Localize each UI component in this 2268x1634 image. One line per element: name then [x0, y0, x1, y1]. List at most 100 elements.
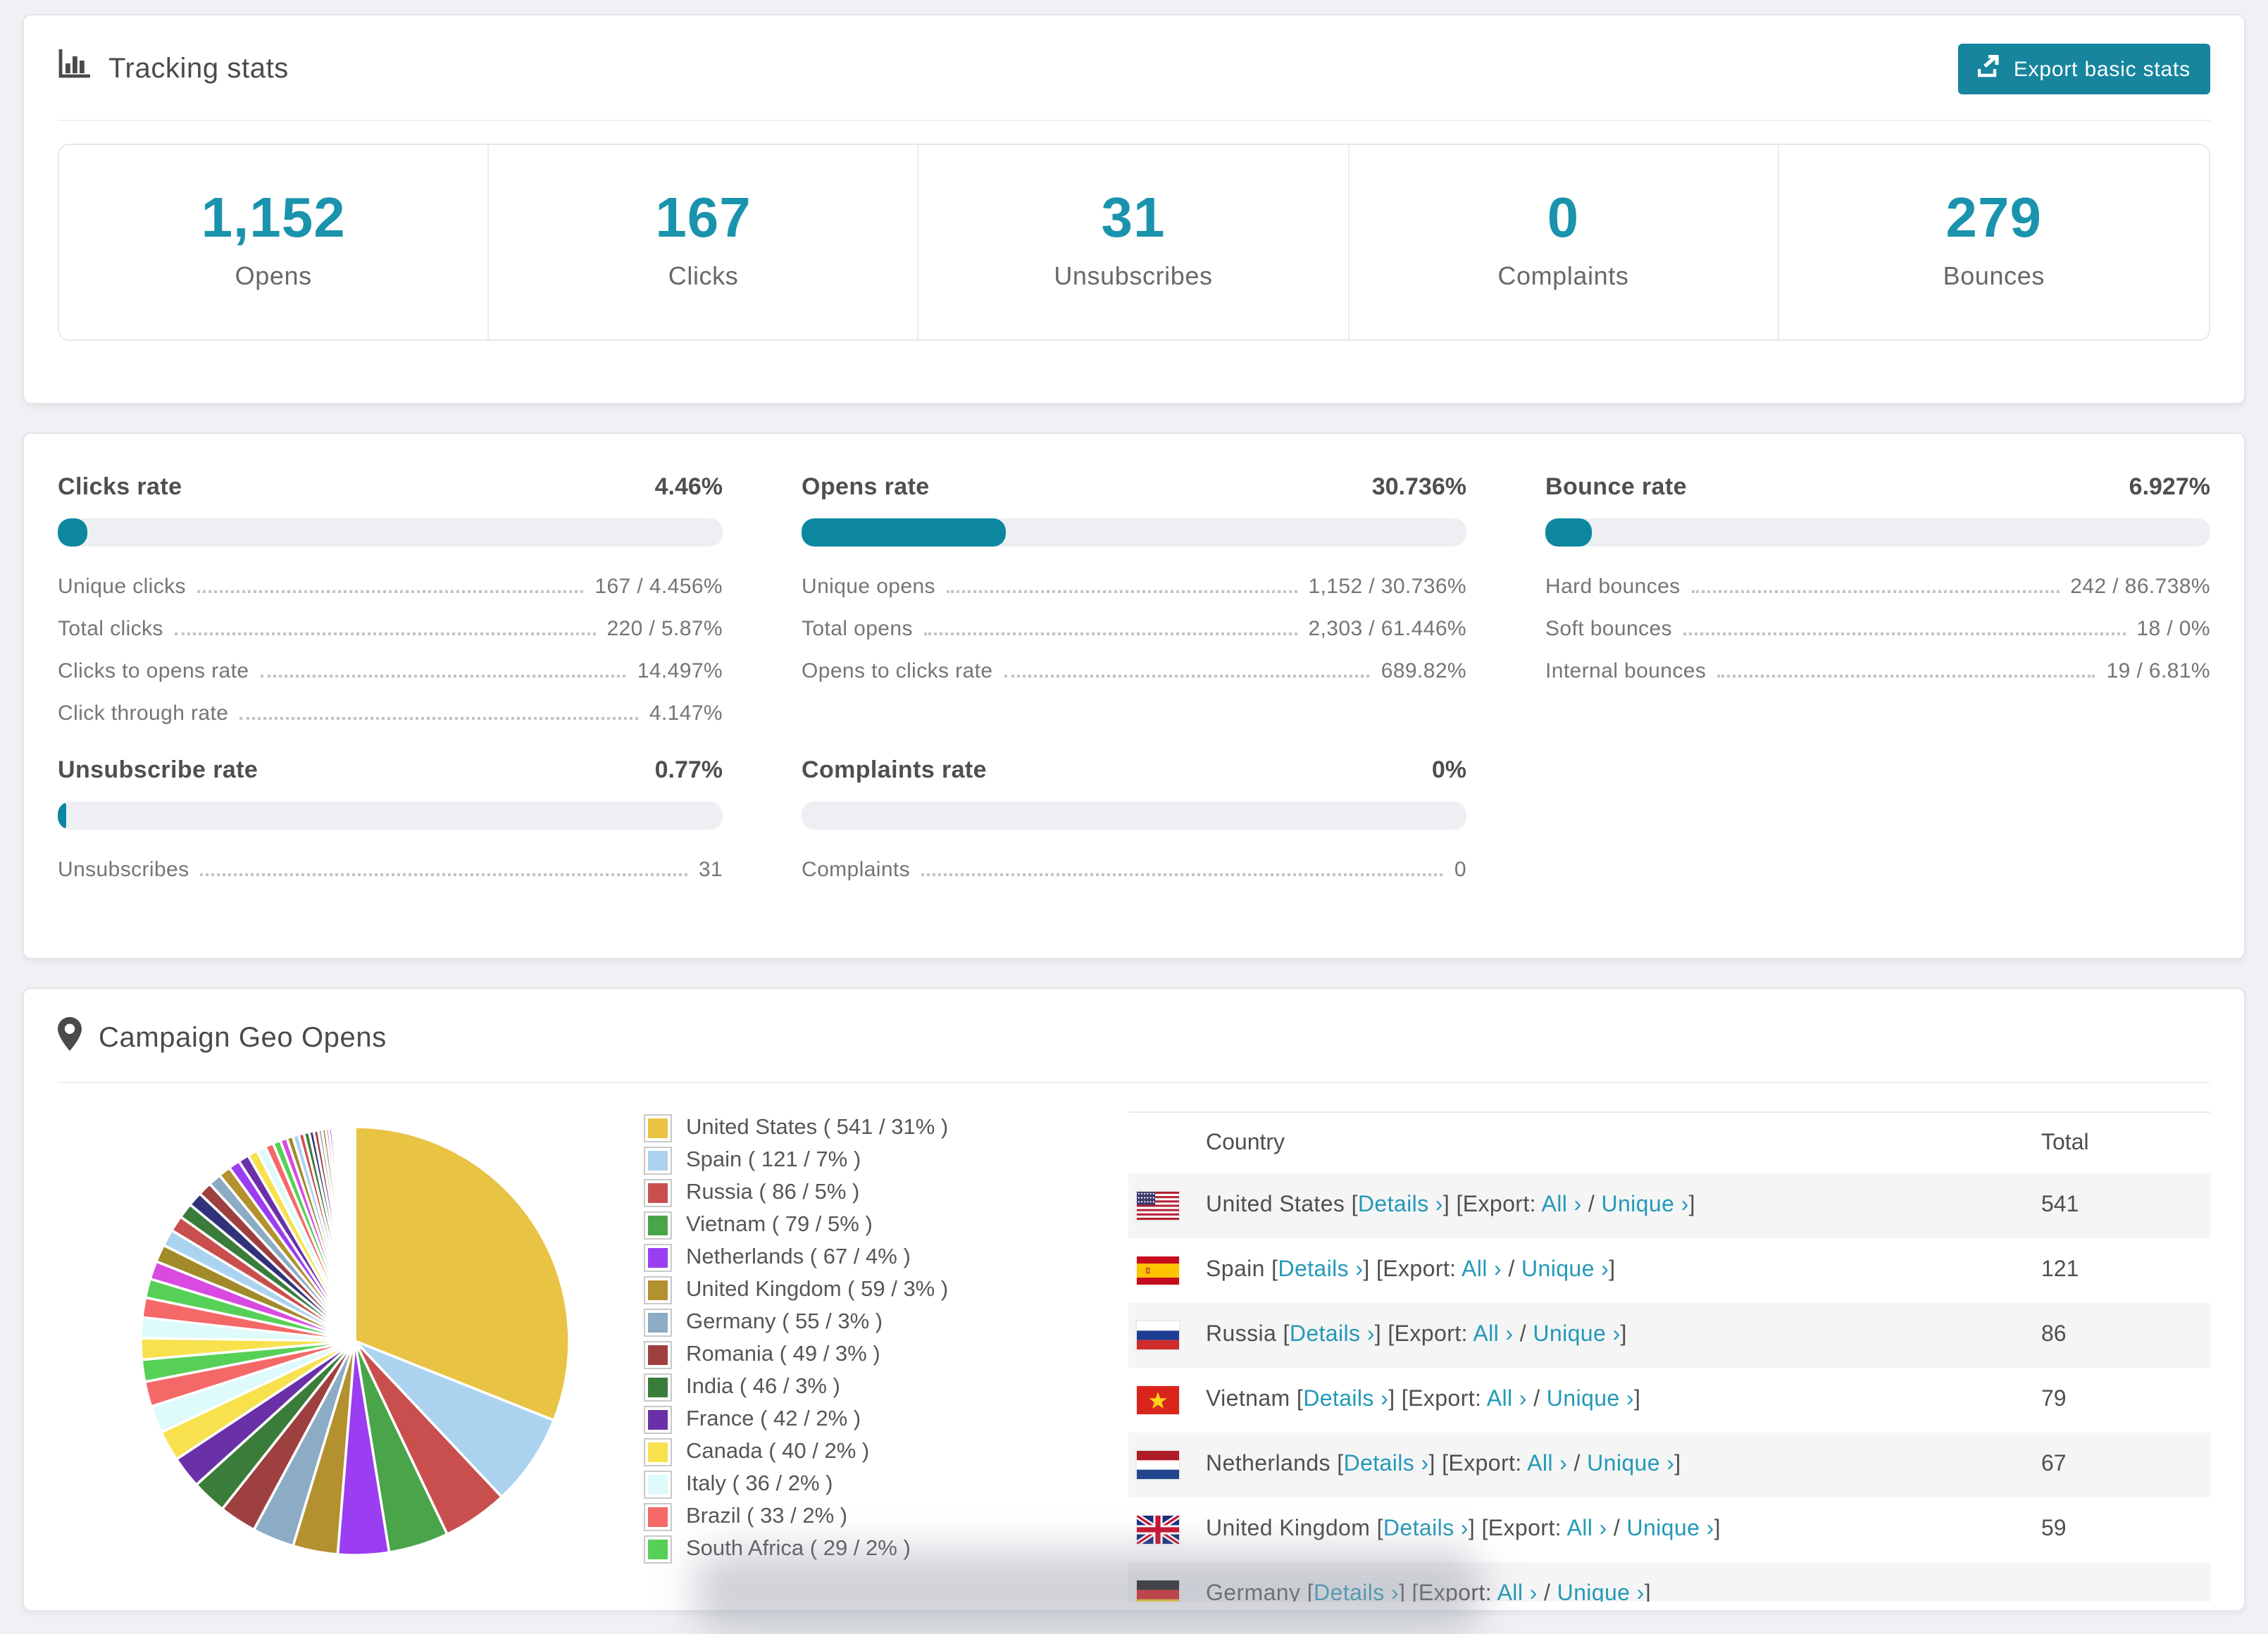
dotted-leader [174, 632, 596, 635]
flag-us-icon [1128, 1173, 1206, 1238]
legend-item[interactable]: United Kingdom ( 59 / 3% ) [644, 1276, 1066, 1304]
country-cell: Vietnam [Details ›] [Export: All › / Uni… [1206, 1387, 1641, 1411]
legend-swatch-icon [644, 1471, 672, 1499]
rate-row: Unsubscribes 31 [58, 858, 723, 882]
geo-pie-chart[interactable] [58, 1111, 579, 1602]
table-row: United Kingdom [Details ›] [Export: All … [1128, 1497, 2210, 1562]
legend-item[interactable]: Vietnam ( 79 / 5% ) [644, 1211, 1066, 1240]
legend-item[interactable]: Romania ( 49 / 3% ) [644, 1341, 1066, 1369]
export-all-link[interactable]: All › [1541, 1193, 1581, 1217]
rate-section-unsubscribe-rate: Unsubscribe rate 0.77% Unsubscribes 31 [58, 756, 723, 882]
legend-label: Vietnam ( 79 / 5% ) [686, 1213, 873, 1237]
legend-item[interactable]: Russia ( 86 / 5% ) [644, 1179, 1066, 1207]
details-link[interactable]: Details › [1314, 1582, 1399, 1602]
legend-swatch-icon [644, 1373, 672, 1402]
total-cell: 121 [2041, 1258, 2079, 1282]
legend-item[interactable]: Germany ( 55 / 3% ) [644, 1309, 1066, 1337]
rate-row-value: 18 / 0% [2136, 617, 2210, 641]
rate-row-value: 220 / 5.87% [606, 617, 723, 641]
export-unique-link[interactable]: Unique › [1557, 1582, 1645, 1602]
export-unique-link[interactable]: Unique › [1533, 1323, 1620, 1347]
geo-card-header: Campaign Geo Opens [24, 989, 2244, 1082]
legend-item[interactable]: United States ( 541 / 31% ) [644, 1114, 1066, 1142]
details-link[interactable]: Details › [1290, 1323, 1375, 1347]
rate-row-value: 242 / 86.738% [2070, 575, 2210, 599]
legend-swatch-icon [644, 1114, 672, 1142]
export-unique-link[interactable]: Unique › [1547, 1387, 1634, 1411]
rate-row-label: Unsubscribes [58, 858, 189, 882]
stat-value: 167 [655, 187, 752, 249]
details-link[interactable]: Details › [1383, 1517, 1469, 1541]
total-cell: 67 [2041, 1452, 2067, 1476]
country-name: United Kingdom [1206, 1517, 1371, 1541]
stat-unsubscribes: 31 Unsubscribes [918, 145, 1350, 339]
country-name: United States [1206, 1193, 1345, 1217]
legend-label: South Africa ( 29 / 2% ) [686, 1537, 911, 1561]
export-unique-link[interactable]: Unique › [1587, 1452, 1674, 1476]
legend-item[interactable]: France ( 42 / 2% ) [644, 1406, 1066, 1434]
dotted-leader [921, 873, 1443, 876]
details-link[interactable]: Details › [1303, 1387, 1388, 1411]
rate-row-label: Click through rate [58, 701, 229, 725]
flag-vn-icon [1128, 1368, 1206, 1433]
rate-progress-fill [58, 802, 66, 830]
dotted-leader [946, 590, 1297, 593]
legend-swatch-icon [644, 1244, 672, 1272]
stat-bounces: 279 Bounces [1778, 145, 2209, 339]
campaign-geo-opens-card: Campaign Geo Opens United States ( 541 /… [23, 987, 2245, 1611]
legend-label: Spain ( 121 / 7% ) [686, 1148, 861, 1172]
rate-row-value: 4.147% [649, 701, 723, 725]
export-all-link[interactable]: All › [1473, 1323, 1513, 1347]
rate-value: 6.927% [2129, 473, 2210, 500]
export-all-link[interactable]: All › [1566, 1517, 1607, 1541]
legend-item[interactable]: Netherlands ( 67 / 4% ) [644, 1244, 1066, 1272]
export-all-link[interactable]: All › [1462, 1258, 1502, 1282]
dotted-leader [1683, 632, 2126, 635]
export-button-label: Export basic stats [2013, 57, 2191, 81]
stat-clicks: 167 Clicks [489, 145, 919, 339]
legend-item[interactable]: Italy ( 36 / 2% ) [644, 1471, 1066, 1499]
stats-summary: 1,152 Opens 167 Clicks 31 Unsubscribes 0 Compla… [58, 144, 2210, 341]
rate-title: Unsubscribe rate [58, 756, 258, 783]
details-link[interactable]: Details › [1344, 1452, 1429, 1476]
stat-value: 0 [1547, 187, 1580, 249]
table-row: Germany [Details ›] [Export: All › / Uni… [1128, 1562, 2210, 1602]
stat-label: Bounces [1943, 262, 2045, 290]
legend-label: Germany ( 55 / 3% ) [686, 1310, 883, 1334]
dotted-leader [239, 717, 638, 720]
country-name: Germany [1206, 1582, 1301, 1602]
export-all-link[interactable]: All › [1497, 1582, 1538, 1602]
legend-label: Italy ( 36 / 2% ) [686, 1472, 833, 1496]
legend-label: France ( 42 / 2% ) [686, 1407, 861, 1431]
legend-item[interactable]: Spain ( 121 / 7% ) [644, 1147, 1066, 1175]
export-unique-link[interactable]: Unique › [1626, 1517, 1714, 1541]
rate-value: 4.46% [654, 473, 723, 500]
table-row: Vietnam [Details ›] [Export: All › / Uni… [1128, 1368, 2210, 1433]
stat-complaints: 0 Complaints [1349, 145, 1779, 339]
rate-progress-fill [1545, 518, 1592, 547]
legend-item[interactable]: Canada ( 40 / 2% ) [644, 1438, 1066, 1466]
export-all-link[interactable]: All › [1487, 1387, 1527, 1411]
legend-item[interactable]: Brazil ( 33 / 2% ) [644, 1503, 1066, 1531]
details-link[interactable]: Details › [1278, 1258, 1363, 1282]
export-unique-link[interactable]: Unique › [1601, 1193, 1688, 1217]
export-basic-stats-button[interactable]: Export basic stats [1958, 44, 2210, 94]
stat-opens: 1,152 Opens [59, 145, 490, 339]
export-unique-link[interactable]: Unique › [1521, 1258, 1609, 1282]
details-link[interactable]: Details › [1358, 1193, 1443, 1217]
rate-value: 0% [1431, 756, 1466, 783]
dotted-leader [1691, 590, 2060, 593]
legend-label: India ( 46 / 3% ) [686, 1375, 840, 1399]
stat-value: 1,152 [201, 187, 346, 249]
rate-title: Complaints rate [802, 756, 987, 783]
country-column-header: Country [1206, 1131, 1285, 1155]
country-name: Russia [1206, 1323, 1277, 1347]
total-cell: 541 [2041, 1193, 2079, 1217]
legend-item[interactable]: South Africa ( 29 / 2% ) [644, 1535, 1066, 1564]
rate-progress-bar [1545, 518, 2210, 547]
dotted-leader [1004, 675, 1370, 678]
export-all-link[interactable]: All › [1527, 1452, 1567, 1476]
legend-item[interactable]: India ( 46 / 3% ) [644, 1373, 1066, 1402]
legend-swatch-icon [644, 1147, 672, 1175]
stat-label: Complaints [1497, 262, 1629, 290]
